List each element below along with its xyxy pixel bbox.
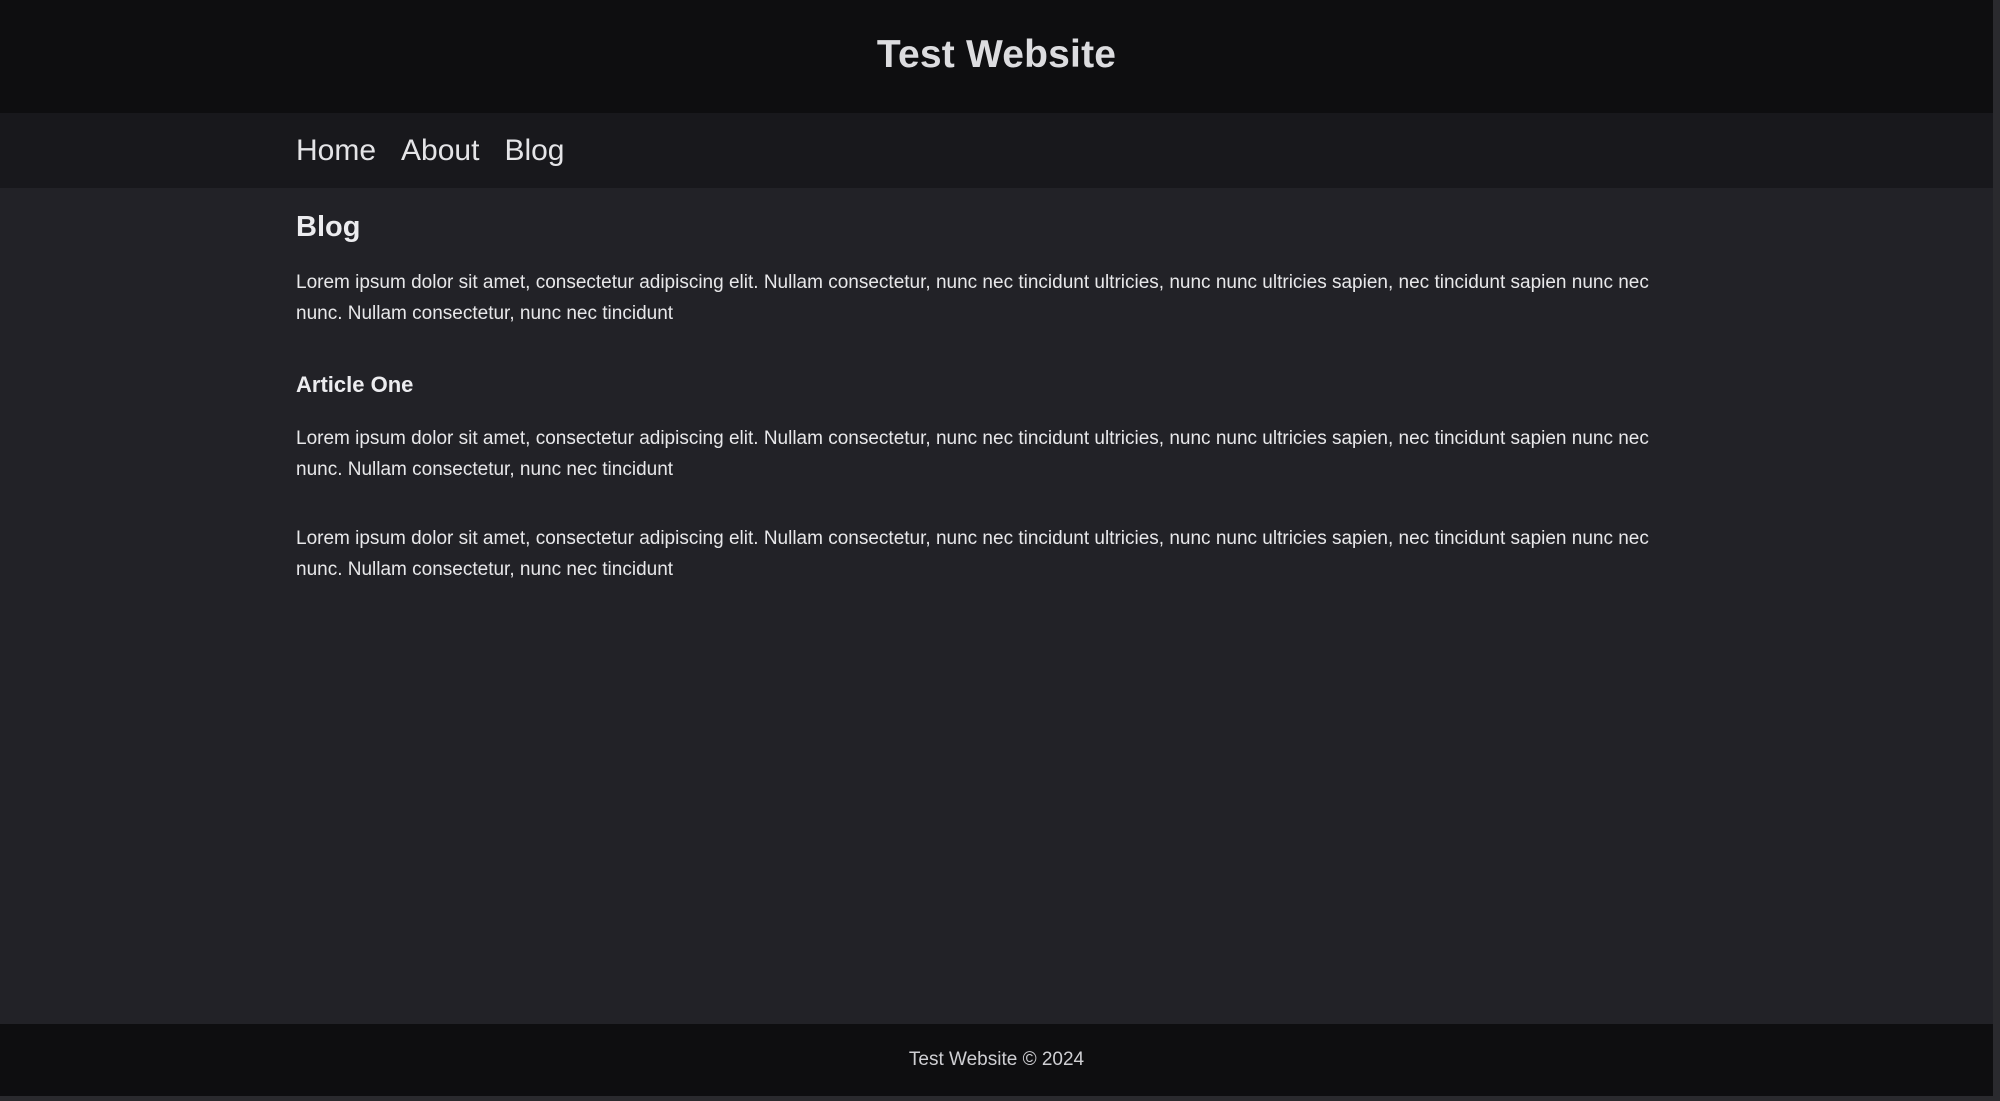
- site-header: Test Website: [0, 0, 1993, 113]
- nav-item-home: Home: [296, 134, 376, 168]
- main-nav: Home About Blog: [0, 113, 1993, 188]
- nav-list: Home About Blog: [296, 113, 564, 188]
- footer-text: Test Website © 2024: [908, 1049, 1085, 1070]
- article: Article One Lorem ipsum dolor sit amet, …: [296, 372, 1696, 585]
- nav-link-home[interactable]: Home: [296, 134, 376, 167]
- nav-item-blog: Blog: [504, 134, 564, 168]
- nav-link-about[interactable]: About: [401, 134, 479, 167]
- page-heading: Blog: [296, 211, 361, 243]
- main-content: Blog Lorem ipsum dolor sit amet, consect…: [296, 188, 1696, 585]
- article-paragraph: Lorem ipsum dolor sit amet, consectetur …: [296, 428, 1649, 481]
- article-title: Article One: [296, 371, 414, 397]
- site-footer: Test Website © 2024: [0, 1024, 1993, 1096]
- window-edge-right: [1993, 0, 2000, 1101]
- intro-paragraph: Lorem ipsum dolor sit amet, consectetur …: [296, 271, 1649, 324]
- site-title: Test Website: [876, 32, 1117, 76]
- nav-item-about: About: [401, 134, 479, 168]
- article-paragraph: Lorem ipsum dolor sit amet, consectetur …: [296, 528, 1649, 581]
- nav-link-blog[interactable]: Blog: [504, 134, 564, 167]
- page: Test Website Home About Blog Blog Lorem …: [0, 0, 1993, 1096]
- window-edge-bottom: [0, 1096, 2000, 1101]
